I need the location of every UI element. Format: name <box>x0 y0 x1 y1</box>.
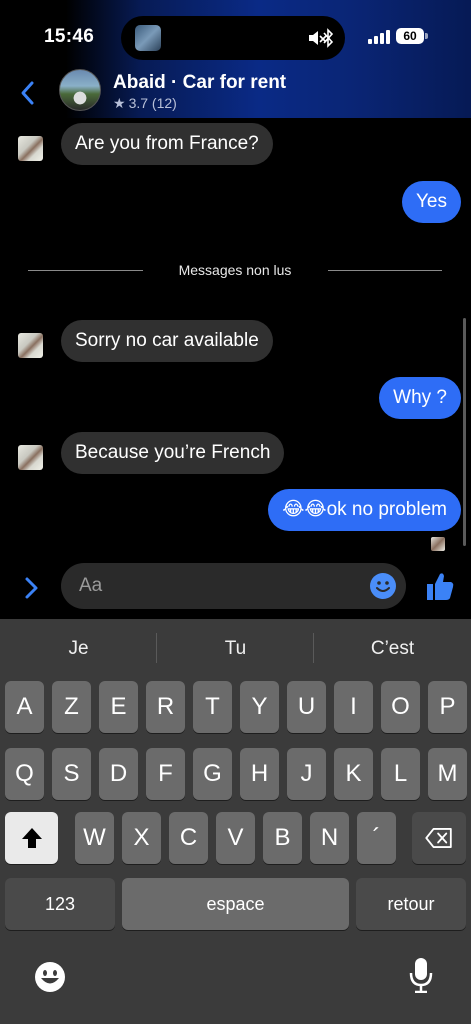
battery-tip <box>425 33 428 39</box>
microphone-icon[interactable] <box>408 957 434 993</box>
suggestion-3[interactable]: C’est <box>314 619 471 679</box>
suggestion-1[interactable]: Je <box>0 619 157 679</box>
key-m[interactable]: M <box>428 748 467 800</box>
return-key[interactable]: retour <box>356 878 466 930</box>
key-o[interactable]: O <box>381 681 420 733</box>
star-icon: ★ <box>113 95 126 111</box>
key-d[interactable]: D <box>99 748 138 800</box>
key-r[interactable]: R <box>146 681 185 733</box>
backspace-key[interactable] <box>412 812 466 864</box>
keyboard: Je Tu C’est A Z E R T Y U I O P Q S D F … <box>0 619 471 1024</box>
key-e[interactable]: E <box>99 681 138 733</box>
key-k[interactable]: K <box>334 748 373 800</box>
incoming-message[interactable]: Because you’re French <box>61 432 285 474</box>
backspace-icon <box>425 828 452 848</box>
shift-key[interactable] <box>5 812 58 864</box>
rating-value: 3.7 (12) <box>128 95 177 111</box>
scrollbar[interactable] <box>463 318 466 546</box>
key-p[interactable]: P <box>428 681 467 733</box>
space-key[interactable]: espace <box>122 878 349 930</box>
key-f[interactable]: F <box>146 748 185 800</box>
back-button[interactable] <box>16 78 40 108</box>
suggestion-2[interactable]: Tu <box>157 619 314 679</box>
key-s[interactable]: S <box>52 748 91 800</box>
status-time: 15:46 <box>44 26 95 47</box>
outgoing-message[interactable]: Why ? <box>379 377 461 419</box>
status-bar: 15:46 60 <box>0 0 471 70</box>
key-w[interactable]: W <box>75 812 114 864</box>
sender-avatar <box>18 136 43 161</box>
key-u[interactable]: U <box>287 681 326 733</box>
sender-avatar <box>18 445 43 470</box>
cellular-signal-icon <box>368 30 390 44</box>
key-n[interactable]: N <box>310 812 349 864</box>
key-i[interactable]: I <box>334 681 373 733</box>
shift-arrow-icon <box>21 828 42 848</box>
key-acute-accent[interactable]: ´ <box>357 812 396 864</box>
emoji-icon[interactable] <box>369 572 397 600</box>
incoming-message[interactable]: Sorry no car available <box>61 320 273 362</box>
message-composer[interactable] <box>61 563 406 609</box>
contact-rating: ★ 3.7 (12) <box>113 95 177 112</box>
contact-avatar[interactable] <box>59 69 101 111</box>
thumbs-up-icon[interactable] <box>425 570 455 602</box>
key-h[interactable]: H <box>240 748 279 800</box>
message-input[interactable] <box>79 563 359 609</box>
key-a[interactable]: A <box>5 681 44 733</box>
expand-actions-button[interactable] <box>20 575 42 601</box>
dynamic-island[interactable] <box>121 16 345 60</box>
key-j[interactable]: J <box>287 748 326 800</box>
outgoing-message[interactable]: Yes <box>402 181 461 223</box>
divider-line-right <box>328 270 442 271</box>
unread-divider: Messages non lus <box>28 262 442 282</box>
key-q[interactable]: Q <box>5 748 44 800</box>
seen-receipt-avatar <box>431 537 445 551</box>
sender-avatar <box>18 333 43 358</box>
key-l[interactable]: L <box>381 748 420 800</box>
bluetooth-icon <box>323 28 334 48</box>
now-playing-thumbnail <box>135 25 161 51</box>
key-z[interactable]: Z <box>52 681 91 733</box>
key-v[interactable]: V <box>216 812 255 864</box>
key-b[interactable]: B <box>263 812 302 864</box>
key-x[interactable]: X <box>122 812 161 864</box>
contact-name[interactable]: Abaid · Car for rent <box>113 72 286 94</box>
emoji-keyboard-icon[interactable] <box>34 961 66 993</box>
key-c[interactable]: C <box>169 812 208 864</box>
key-t[interactable]: T <box>193 681 232 733</box>
outgoing-message[interactable]: 😂😂ok no problem <box>268 489 461 531</box>
conversation-header: Abaid · Car for rent ★ 3.7 (12) <box>0 68 471 118</box>
key-g[interactable]: G <box>193 748 232 800</box>
numbers-key[interactable]: 123 <box>5 878 115 930</box>
battery-indicator: 60 <box>396 28 424 44</box>
key-y[interactable]: Y <box>240 681 279 733</box>
incoming-message[interactable]: Are you from France? <box>61 123 273 165</box>
